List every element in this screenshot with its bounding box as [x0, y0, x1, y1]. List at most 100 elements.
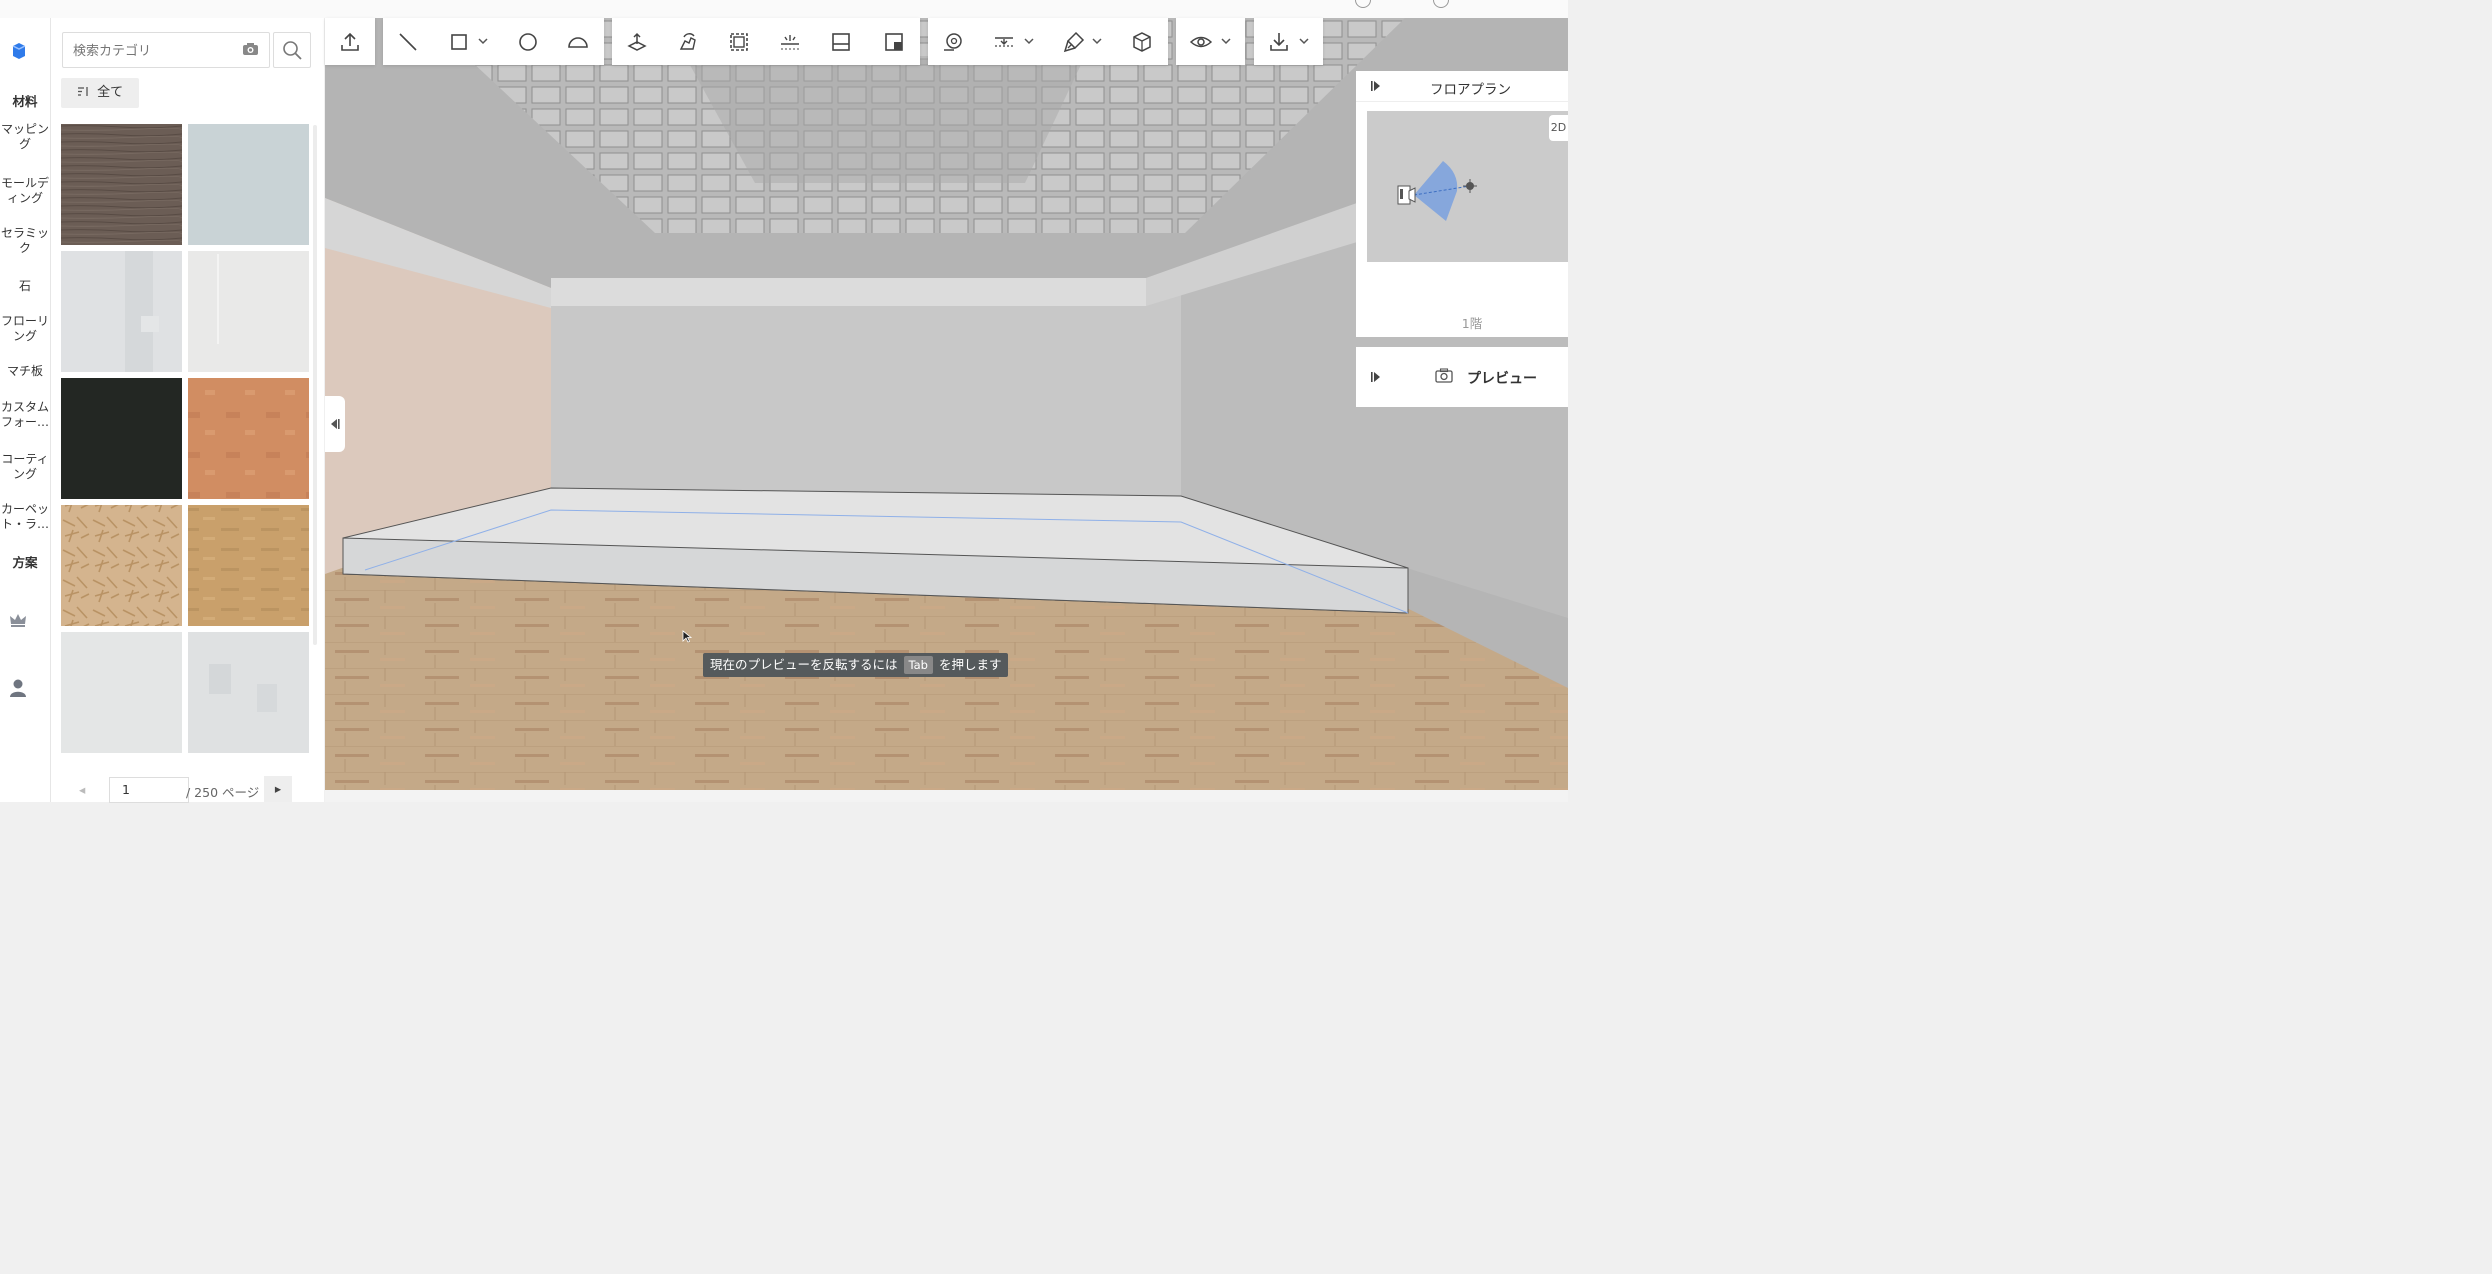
- material-tile[interactable]: [61, 251, 182, 372]
- eye-icon[interactable]: [1189, 30, 1213, 54]
- toolbar-group-view: [1176, 18, 1245, 65]
- download-icon[interactable]: [1267, 30, 1291, 54]
- floor-plan-minimap[interactable]: [1367, 111, 1568, 262]
- rectangle-icon[interactable]: [447, 30, 471, 54]
- preview-panel: プレビュー: [1356, 347, 1568, 407]
- sidebar-item-label: カーペッ: [0, 502, 49, 516]
- box-icon[interactable]: [1130, 30, 1154, 54]
- floor-label[interactable]: 1階: [1356, 313, 1588, 332]
- window-top-strip: [0, 0, 1568, 18]
- app-logo-icon[interactable]: [9, 42, 29, 60]
- chevron-down-icon[interactable]: [478, 37, 488, 45]
- tooltip-text: 現在のプレビューを反転するには: [710, 657, 898, 672]
- dimension-icon[interactable]: [992, 30, 1016, 54]
- page-number-input[interactable]: 1: [109, 777, 189, 803]
- material-tile[interactable]: [61, 378, 182, 499]
- layout-icon[interactable]: [882, 30, 906, 54]
- next-page-button[interactable]: ▸: [264, 776, 292, 802]
- align-icon[interactable]: [778, 30, 802, 54]
- material-panel: 全て: [51, 18, 324, 804]
- rotate-hand-icon[interactable]: [676, 30, 700, 54]
- sidebar-item-label: フォー…: [0, 415, 49, 429]
- search-button[interactable]: [273, 32, 311, 68]
- collapse-panel-button[interactable]: [325, 396, 345, 452]
- view-2d-toggle[interactable]: 2D: [1549, 115, 1568, 141]
- chevron-down-icon[interactable]: [1092, 37, 1102, 45]
- sidebar-item-label: 石: [18, 279, 31, 293]
- pagination: ◂ 1 / 250 ページ ▸: [71, 776, 311, 804]
- camera-icon[interactable]: [1435, 368, 1453, 383]
- sidebar-item-label: セラミッ: [0, 226, 49, 240]
- expand-panel-icon[interactable]: [1370, 371, 1382, 383]
- floor-plan-panel: フロアプラン 2D 1階: [1356, 71, 1568, 337]
- material-tile[interactable]: [188, 505, 309, 626]
- collapse-left-icon: [331, 419, 340, 429]
- chevron-down-icon[interactable]: [1221, 37, 1231, 45]
- page-total-label: / 250 ページ: [186, 785, 260, 800]
- circle-icon[interactable]: [516, 30, 540, 54]
- arc-icon[interactable]: [566, 30, 590, 54]
- material-tile-detail: [257, 684, 277, 712]
- measure-icon[interactable]: [941, 30, 965, 54]
- sidebar-item-ceramic[interactable]: セラミッ ク: [0, 226, 50, 256]
- material-tiles: [61, 124, 309, 753]
- sidebar-item-molding[interactable]: モールデ ィング: [0, 176, 50, 206]
- viewport-tooltip: 現在のプレビューを反転するには Tab を押します: [703, 653, 1009, 677]
- floor-plan-header: フロアプラン: [1356, 71, 1568, 102]
- toolbar-group-measure: [928, 18, 1168, 65]
- line-icon[interactable]: [396, 30, 420, 54]
- search-box: [62, 32, 270, 68]
- sidebar-item-plans[interactable]: 方案: [0, 555, 50, 570]
- sidebar-item-board[interactable]: マチ板: [0, 364, 50, 379]
- floor-plan-title: フロアプラン: [1430, 82, 1511, 98]
- sidebar-item-stone[interactable]: 石: [0, 279, 50, 294]
- upload-icon[interactable]: [338, 30, 362, 54]
- sidebar-item-materials[interactable]: 材料: [0, 94, 50, 109]
- camera-icon[interactable]: [242, 42, 259, 56]
- material-tile[interactable]: [61, 124, 182, 245]
- sidebar-item-label: 方案: [12, 555, 38, 570]
- history-icon[interactable]: [1355, 0, 1371, 8]
- left-rail: 材料 マッピン グ モールデ ィング セラミッ ク 石 フローリ ング マチ板 …: [0, 18, 51, 802]
- material-tile[interactable]: [61, 505, 182, 626]
- clock-icon[interactable]: [1433, 0, 1449, 8]
- chevron-down-icon[interactable]: [1299, 37, 1309, 45]
- toolbar-group-draw: [383, 18, 604, 65]
- sidebar-item-mapping[interactable]: マッピン グ: [0, 122, 50, 152]
- sidebar-item-flooring[interactable]: フローリ ング: [0, 314, 50, 344]
- split-icon[interactable]: [829, 30, 853, 54]
- push-pull-icon[interactable]: [625, 30, 649, 54]
- preview-title: プレビュー: [1467, 371, 1537, 387]
- material-tile[interactable]: [188, 124, 309, 245]
- sidebar-item-label: マッピン: [0, 122, 49, 136]
- material-tile[interactable]: [188, 251, 309, 372]
- sidebar-item-coating[interactable]: コーティ ング: [0, 452, 50, 482]
- material-tile[interactable]: [188, 632, 309, 753]
- material-tile-detail: [125, 251, 153, 372]
- chevron-down-icon[interactable]: [1024, 37, 1034, 45]
- expand-panel-icon[interactable]: [1370, 80, 1382, 92]
- minimap-camera: [1397, 161, 1477, 221]
- user-avatar-icon[interactable]: [9, 678, 27, 698]
- sidebar-item-custom-form[interactable]: カスタム フォー…: [0, 400, 50, 430]
- toolbar-group-upload: [325, 18, 375, 65]
- crown-icon[interactable]: [9, 612, 27, 628]
- material-tile[interactable]: [61, 632, 182, 753]
- status-bar: [325, 790, 1568, 802]
- offset-icon[interactable]: [727, 30, 751, 54]
- tooltip-text: を押します: [938, 657, 1002, 672]
- paint-brush-icon[interactable]: [1062, 30, 1086, 54]
- toolbar-group-export: [1254, 18, 1323, 65]
- sidebar-item-label: ング: [12, 329, 37, 343]
- material-tile-detail: [217, 254, 219, 344]
- sidebar-item-carpet[interactable]: カーペッ ト・ラ…: [0, 502, 50, 532]
- material-scrollbar[interactable]: [313, 125, 317, 645]
- sidebar-item-label: 材料: [12, 94, 38, 109]
- material-tile[interactable]: [188, 378, 309, 499]
- sidebar-item-label: ト・ラ…: [0, 517, 49, 531]
- sidebar-item-label: マチ板: [6, 364, 43, 378]
- prev-page-button[interactable]: ◂: [79, 782, 85, 797]
- tooltip-key: Tab: [903, 656, 933, 674]
- filter-all-button[interactable]: 全て: [61, 78, 139, 108]
- search-input[interactable]: [71, 40, 235, 62]
